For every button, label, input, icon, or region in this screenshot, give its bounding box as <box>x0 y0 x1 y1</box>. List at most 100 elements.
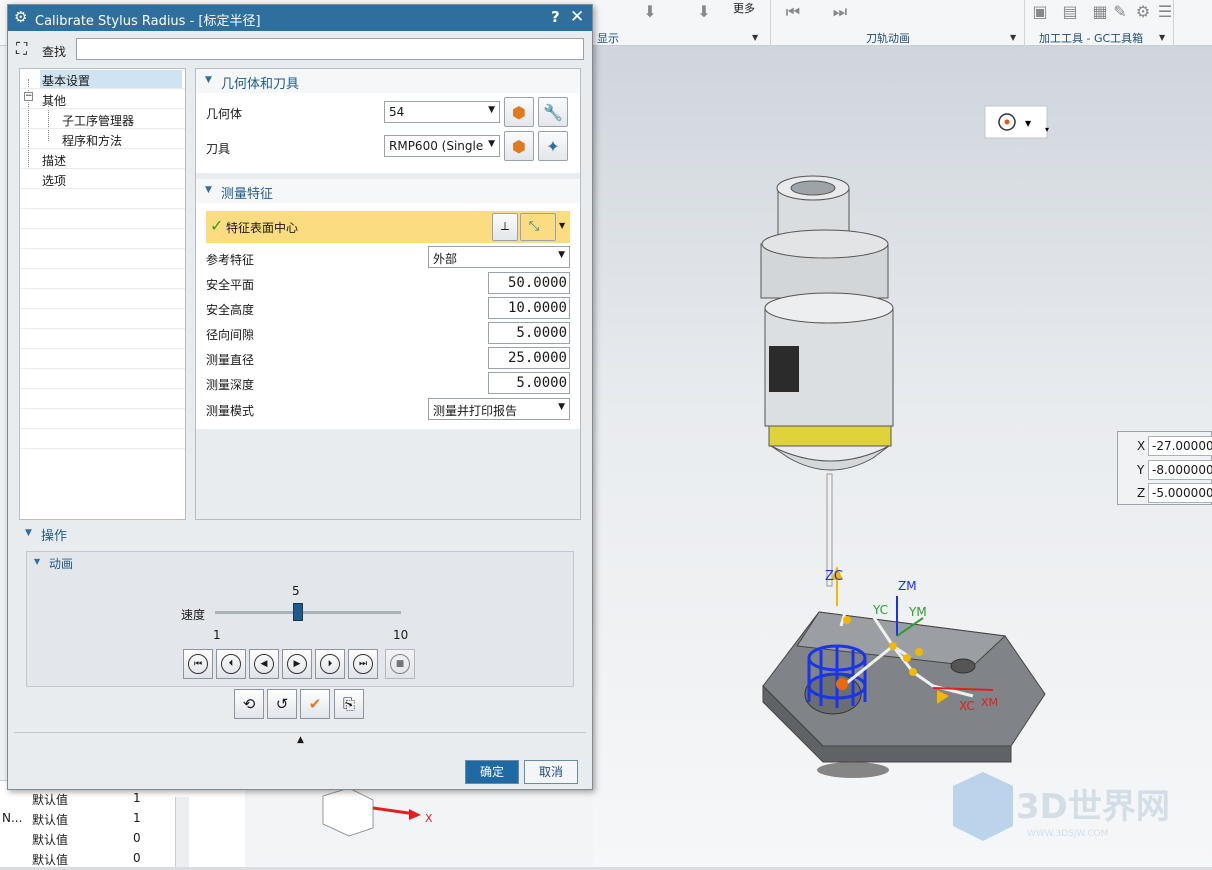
rewind-icon[interactable]: ⏮ <box>783 2 803 22</box>
chevron-down-icon[interactable]: ▼ <box>559 221 565 230</box>
geometry-select[interactable]: 54 ▼ <box>384 101 500 123</box>
ok-button[interactable]: 确定 <box>465 760 519 784</box>
list-item[interactable]: 默认值 0 <box>0 829 190 849</box>
geometry-tool-section-header[interactable]: ▼ 几何体和刀具 <box>196 69 580 93</box>
radial-clearance-input[interactable]: 5.0000 <box>488 322 570 344</box>
tool-select[interactable]: RMP600 (Single ▼ <box>384 135 500 157</box>
chevron-down-icon: ▼ <box>558 250 565 260</box>
play-backward-button[interactable]: ◀ <box>249 649 279 679</box>
step-forward-button[interactable]: ⏵ <box>315 649 345 679</box>
attribute-list: 默认值 1 N... 默认值 1 默认值 0 默认值 0 <box>0 780 245 867</box>
title-bar[interactable]: ⚙ Calibrate Stylus Radius - [标定半径] ? ✕ <box>8 5 592 31</box>
snap-toolbar[interactable] <box>984 105 1048 139</box>
tree-item-program-method[interactable]: 程序和方法 <box>20 129 185 149</box>
new-geometry-icon: ⬢ <box>512 103 526 122</box>
coord-axis-label: X <box>1137 439 1146 453</box>
animation-header[interactable]: ▼ 动画 <box>27 552 573 572</box>
edit-tool-icon: ✦ <box>546 137 560 156</box>
probe-icon[interactable]: ⬇ <box>640 2 660 22</box>
stop-icon: ■ <box>390 654 410 674</box>
chevron-down-icon[interactable]: ▼ <box>752 33 758 42</box>
list-scrollbar[interactable] <box>175 797 189 867</box>
tool-label: 刀具 <box>206 142 231 156</box>
fixture-model <box>762 611 1046 778</box>
table-icon[interactable]: ▦ <box>1090 2 1110 22</box>
tree-empty-row <box>20 269 185 289</box>
list-item[interactable]: 默认值 1 <box>0 789 190 809</box>
ref-feature-select[interactable]: 外部 ▼ <box>428 246 570 268</box>
calibrate-stylus-radius-dialog: ⚙ Calibrate Stylus Radius - [标定半径] ? ✕ ⛶… <box>7 4 593 790</box>
new-geometry-button[interactable]: ⬢ <box>504 97 534 127</box>
chevron-down-icon[interactable]: ▼ <box>1010 33 1016 42</box>
stop-button[interactable]: ■ <box>385 649 415 679</box>
operations-section-header[interactable]: ▼ 操作 <box>19 521 583 545</box>
fast-forward-button[interactable]: ⏭ <box>348 649 378 679</box>
step-back-button[interactable]: ⏴ <box>216 649 246 679</box>
tree-item-label: 描述 <box>42 154 67 168</box>
report-icon[interactable]: ▤ <box>1060 2 1080 22</box>
settings-icon[interactable]: ⚙ <box>1133 2 1153 22</box>
orientation-triad: X <box>322 787 433 837</box>
play-backward-icon: ◀ <box>254 654 274 674</box>
tree-item-label: 程序和方法 <box>62 134 123 148</box>
measure-depth-input[interactable]: 5.0000 <box>488 372 570 394</box>
xc-label: XC <box>959 699 975 713</box>
edit-geometry-button[interactable]: 🔧 <box>538 97 568 127</box>
ribbon-group-machining-tools: 加工工具 - GC工具箱 <box>1039 32 1144 45</box>
new-tool-button[interactable]: ⬢ <box>504 131 534 161</box>
cancel-button[interactable]: 取消 <box>524 760 578 784</box>
safe-plane-input[interactable]: 50.0000 <box>488 272 570 294</box>
zc-label: ZC <box>825 569 843 584</box>
tree-item-other[interactable]: − 其他 <box>20 89 185 109</box>
list-icon[interactable]: ☰ <box>1155 2 1175 22</box>
feature-surface-center-row[interactable]: ✓ 特征表面中心 ⟂ ⤡ ▼ <box>206 211 570 243</box>
list-item[interactable]: 默认值 0 <box>0 849 190 869</box>
chevron-down-icon[interactable]: ▼ <box>1159 33 1165 42</box>
collapse-bar[interactable]: ▲ <box>14 732 586 748</box>
play-forward-button[interactable]: ▶ <box>282 649 312 679</box>
edit-tool-button[interactable]: ✦ <box>538 131 568 161</box>
tree-item-suboperation-manager[interactable]: 子工序管理器 <box>20 109 185 129</box>
measure-diameter-input[interactable]: 25.0000 <box>488 347 570 369</box>
chevron-down-icon[interactable]: ▾ <box>1045 125 1049 134</box>
close-button[interactable]: ✕ <box>570 7 584 27</box>
coord-axis-label: Z <box>1137 486 1146 500</box>
find-input[interactable] <box>76 38 584 60</box>
yc-label: YC <box>872 603 888 617</box>
watermark-main-text: 3D世界网 <box>1016 787 1170 827</box>
watermark: 3D世界网 WWW.3DSJW.COM <box>953 772 1170 841</box>
csys-button[interactable]: ⤡ <box>520 213 556 241</box>
list-item[interactable]: N... 默认值 1 <box>0 809 190 829</box>
collapse-icon[interactable]: − <box>24 92 33 101</box>
measure-depth-label: 测量深度 <box>206 378 255 392</box>
replay-button[interactable]: ↺ <box>267 689 297 719</box>
coord-value-z[interactable]: -5.000000 <box>1148 483 1212 503</box>
tree-item-basic-settings[interactable]: 基本设置 <box>20 69 185 89</box>
rewind-start-icon: ⏮ <box>188 654 208 674</box>
measure-mode-select[interactable]: 测量并打印报告 ▼ <box>428 398 570 420</box>
chevron-down-icon: ▼ <box>205 185 212 195</box>
edit-icon[interactable]: ✎ <box>1110 2 1130 22</box>
tree-item-options[interactable]: 选项 <box>20 169 185 189</box>
list-output-button[interactable]: ⎘ <box>334 689 364 719</box>
graphics-viewport[interactable]: ▼ ▾ ZC ZM YC YM XC XM 3D世界网 WWW.3DSJW.CO… <box>593 46 1212 867</box>
measure-feature-section-header[interactable]: ▼ 测量特征 <box>196 179 580 203</box>
coord-value-x[interactable]: -27.00000 <box>1148 436 1212 456</box>
feature-select-button[interactable]: ⟂ <box>492 213 518 241</box>
tree-item-description[interactable]: 描述 <box>20 149 185 169</box>
regenerate-button[interactable]: ⟲ <box>234 689 264 719</box>
verify-button[interactable]: ✔ <box>300 689 330 719</box>
more-label[interactable]: 更多 <box>733 0 755 16</box>
speed-slider-handle[interactable] <box>293 603 304 621</box>
coord-value-y[interactable]: -8.000000 <box>1148 460 1212 480</box>
rewind-to-start-button[interactable]: ⏮ <box>183 649 213 679</box>
help-button[interactable]: ? <box>551 8 560 26</box>
verify-icon: ✔ <box>308 695 322 713</box>
move-down-icon[interactable]: ⬇ <box>694 2 714 22</box>
chevron-down-icon[interactable]: ▼ <box>1025 119 1032 128</box>
chevron-down-icon: ▼ <box>558 402 565 412</box>
forward-icon[interactable]: ⏭ <box>830 2 850 22</box>
tool-icon[interactable]: ▣ <box>1030 2 1050 22</box>
safe-height-input[interactable]: 10.0000 <box>488 297 570 319</box>
speed-slider-track[interactable] <box>215 603 401 621</box>
